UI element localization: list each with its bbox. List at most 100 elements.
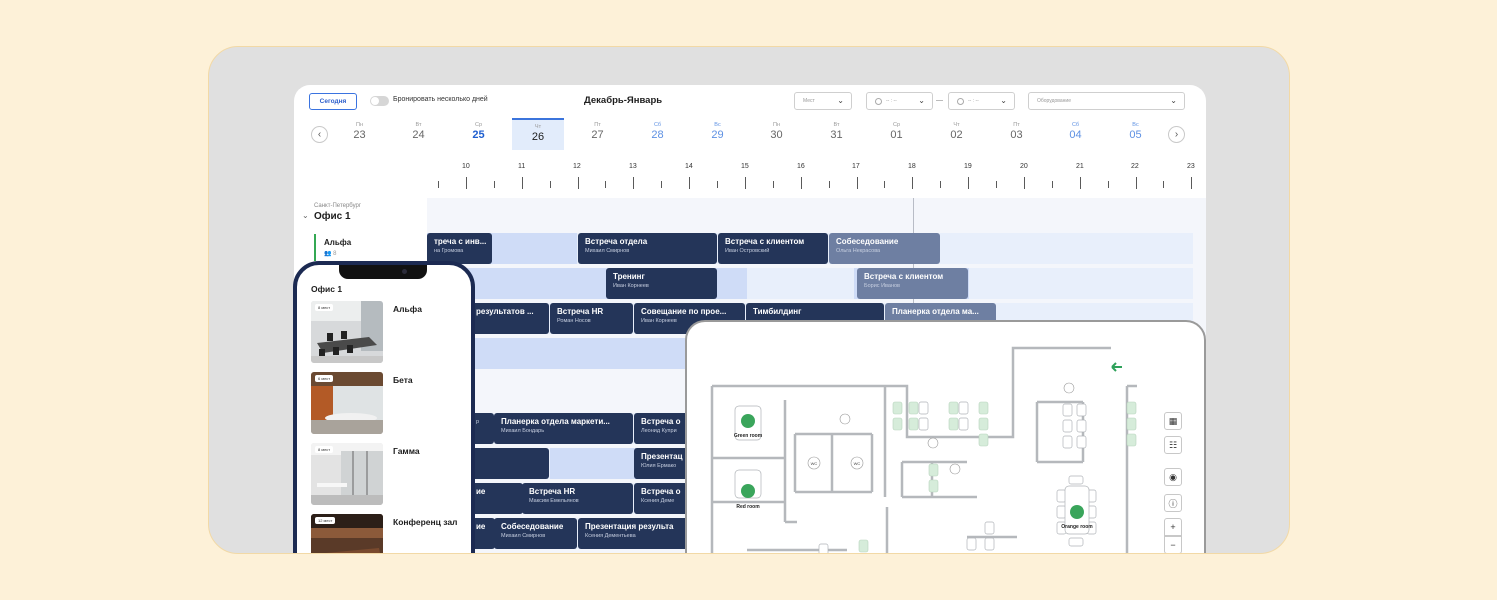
event-block[interactable]: Встреча с клиентом Иван Островский (718, 233, 828, 264)
phone-mockup: Офис 1 8 мест Альфа 6 мест Бета 8 мест Г… (293, 261, 475, 553)
seats-placeholder: Мест (803, 98, 815, 104)
day-cell[interactable]: Вт 24 (389, 118, 448, 150)
room-photo: 6 мест (311, 372, 383, 434)
equipment-select[interactable]: Оборудование ⌄ (1028, 92, 1185, 110)
day-cell[interactable]: Ср 01 (867, 118, 926, 150)
hour-tick (438, 181, 439, 188)
event-person: Ксения Дементьева (585, 533, 636, 539)
event-person: Михаил Смирнов (501, 533, 546, 539)
hour-tick (605, 181, 607, 188)
day-name: Ср (892, 122, 901, 128)
next-week-button[interactable]: › (1168, 126, 1185, 143)
building-icon[interactable]: ▦ (1164, 412, 1182, 430)
hour-tick (940, 181, 942, 188)
event-title: ие (476, 487, 486, 496)
chevron-down-icon[interactable]: ⌄ (302, 211, 309, 220)
event-block[interactable]: Собеседование Ольга Некрасова (829, 233, 940, 264)
green-room-label: Green room (734, 433, 763, 439)
event-block[interactable]: Собеседование Михаил Смирнов (494, 518, 577, 549)
room-capacity: 👥 8 (324, 251, 337, 257)
day-cell[interactable]: Вт 31 (807, 118, 866, 150)
hour-tick (493, 181, 495, 188)
day-cell[interactable]: Пн 30 (747, 118, 806, 150)
phone-room-item[interactable]: 12 мест Конференц зал (311, 514, 469, 553)
phone-room-item[interactable]: 8 мест Гамма (311, 443, 469, 505)
time-from-select[interactable]: -- : -- ⌄ (866, 92, 933, 110)
location-city: Санкт-Петербург (314, 203, 362, 209)
day-cell-weekend[interactable]: Вс 29 (688, 118, 747, 150)
event-person: Борис Иванов (864, 283, 900, 289)
event-title: Встреча с клиентом (864, 272, 944, 281)
hour-tick (996, 181, 997, 188)
hour-tick (689, 177, 691, 189)
hour-label: 12 (573, 163, 581, 170)
prev-week-button[interactable]: ‹ (311, 126, 328, 143)
room-capacity-value: 8 (333, 251, 337, 257)
event-block[interactable]: результатов ... (469, 303, 549, 334)
event-block[interactable]: Встреча с клиентом Борис Иванов (857, 268, 968, 299)
zoom-in-icon[interactable]: + (1164, 518, 1182, 536)
hour-tick (884, 181, 886, 188)
event-title: Встреча отдела (585, 237, 648, 246)
day-cell[interactable]: Пт 27 (568, 118, 627, 150)
hour-label: 21 (1076, 163, 1084, 170)
event-person: Иван Корнеев (613, 283, 649, 289)
event-block[interactable]: Встреча отдела Михаил Смирнов (578, 233, 717, 264)
event-block[interactable] (469, 448, 549, 479)
event-person: Ольга Некрасова (836, 248, 881, 254)
chevron-down-icon: ⌄ (1170, 96, 1177, 105)
hour-label: 23 (1187, 163, 1195, 170)
day-cell[interactable]: Чт 02 (927, 118, 986, 150)
day-date: 30 (770, 129, 783, 141)
room-status-indicator (314, 234, 316, 261)
wc-label: WC (854, 461, 861, 466)
event-title: Собеседование (501, 522, 564, 531)
people-icon[interactable]: ☷ (1164, 436, 1182, 454)
event-block[interactable]: треча с инв... на Громова (427, 233, 492, 264)
day-cell-today[interactable]: Ср 25 (449, 118, 508, 150)
hour-tick (856, 177, 858, 189)
capacity-badge: 12 мест (315, 517, 336, 524)
event-title: Планерка отдела маркети... (501, 417, 610, 426)
chevron-down-icon: ⌄ (1000, 96, 1007, 105)
toolbar: Сегодня Бронировать несколько дней Декаб… (294, 85, 1206, 117)
location-office: Офис 1 (314, 211, 351, 222)
floor-plan[interactable]: WC WC Green room Red room Orange room (687, 322, 1206, 554)
hour-tick (1191, 177, 1193, 189)
day-date: 25 (472, 129, 485, 141)
phone-room-item[interactable]: 6 мест Бета (311, 372, 469, 434)
day-date: 05 (1129, 129, 1142, 141)
multi-day-toggle[interactable] (370, 96, 389, 106)
capacity-badge: 8 мест (315, 446, 334, 453)
day-cell-weekend[interactable]: Сб 04 (1046, 118, 1105, 150)
seats-select[interactable]: Мест ⌄ (794, 92, 852, 110)
chevron-down-icon: ⌄ (837, 96, 844, 105)
red-room-label: Red room (736, 504, 760, 510)
event-block[interactable]: Презентация результа Ксения Дементьева (578, 518, 694, 549)
day-cell[interactable]: Пт 03 (987, 118, 1046, 150)
eye-icon[interactable]: ◉ (1164, 468, 1182, 486)
hour-tick (717, 181, 718, 188)
phone-room-item[interactable]: 8 мест Альфа (311, 301, 469, 363)
day-name: Вс (714, 122, 721, 128)
day-cell-weekend[interactable]: Сб 28 (628, 118, 687, 150)
time-to-select[interactable]: -- : -- ⌄ (948, 92, 1015, 110)
day-name: Ср (474, 122, 483, 128)
event-block[interactable]: Встреча HR Максим Емельянов (522, 483, 633, 514)
phone-room-name: Гамма (393, 446, 420, 456)
info-icon[interactable]: ⓘ (1164, 494, 1182, 512)
event-block[interactable]: Встреча HR Роман Носов (550, 303, 633, 334)
day-date: 29 (711, 129, 724, 141)
day-cell-weekend[interactable]: Вс 05 (1106, 118, 1165, 150)
hour-tick (1079, 177, 1081, 189)
day-cell-selected[interactable]: Чт 26 (512, 118, 564, 150)
event-block[interactable]: Тренинг Иван Корнеев (606, 268, 717, 299)
event-person: Максим Емельянов (529, 498, 579, 504)
event-block[interactable]: ие (469, 483, 523, 514)
phone-room-name: Альфа (393, 304, 422, 314)
event-block[interactable]: Планерка отдела маркети... Михаил Бондарь (494, 413, 633, 444)
today-button[interactable]: Сегодня (309, 93, 357, 110)
event-title: Встреча HR (557, 307, 604, 316)
day-cell[interactable]: Пн 23 (330, 118, 389, 150)
zoom-out-icon[interactable]: − (1164, 536, 1182, 553)
